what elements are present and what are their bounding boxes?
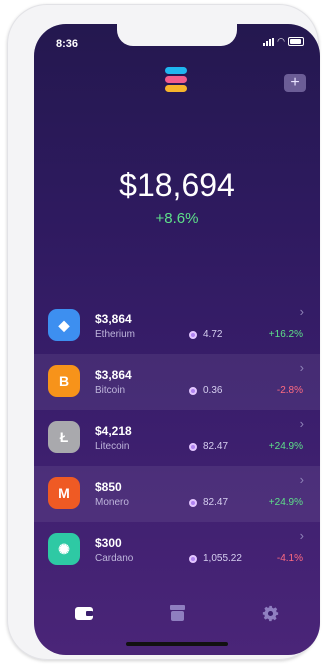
- holdings-dot-icon: [189, 554, 197, 563]
- app-logo: [165, 67, 187, 93]
- holdings-amount: 82.47: [203, 497, 229, 508]
- wallet-icon: [75, 606, 93, 620]
- holdings-dot-icon: [189, 498, 197, 507]
- coin-list: ◆ $3,864 Etherium 4.72 +16.2% › B $3,864…: [34, 298, 320, 578]
- wifi-icon: ◠: [277, 36, 285, 46]
- monero-icon: M: [48, 477, 80, 509]
- holdings-amount: 4.72: [203, 329, 223, 340]
- holdings-amount: 0.36: [203, 385, 223, 396]
- app-screen: 8:36 ◠ + $18,694 +8.6% ◆ $3,864 Etherium…: [34, 24, 320, 655]
- portfolio-change: +8.6%: [155, 210, 199, 227]
- coin-holdings: 82.47: [189, 441, 228, 452]
- holdings-amount: 82.47: [203, 441, 229, 452]
- holdings-dot-icon: [189, 330, 197, 339]
- coin-change: +24.9%: [268, 497, 303, 508]
- tab-wallet[interactable]: [64, 599, 104, 627]
- tab-settings[interactable]: [250, 599, 290, 627]
- coin-change: -2.8%: [276, 385, 303, 396]
- cardano-icon: ✺: [48, 533, 80, 565]
- coin-change: -4.1%: [276, 553, 303, 564]
- gear-icon: [262, 605, 278, 621]
- coin-row-litecoin[interactable]: Ł $4,218 Litecoin 82.47 +24.9% ›: [34, 410, 320, 466]
- coin-row-ethereum[interactable]: ◆ $3,864 Etherium 4.72 +16.2% ›: [34, 298, 320, 354]
- coin-holdings: 1,055.22: [189, 553, 242, 564]
- coin-change: +24.9%: [268, 441, 303, 452]
- plus-icon: +: [290, 74, 300, 91]
- chevron-right-icon: ›: [299, 360, 304, 375]
- coin-value: $3,864: [95, 368, 132, 382]
- status-icons: ◠: [263, 37, 304, 46]
- tab-store[interactable]: [157, 599, 197, 627]
- holdings-amount: 1,055.22: [203, 553, 242, 564]
- chevron-right-icon: ›: [299, 304, 304, 319]
- device-notch: [117, 24, 237, 46]
- add-button[interactable]: +: [284, 74, 306, 92]
- coin-holdings: 82.47: [189, 497, 228, 508]
- signal-icon: [263, 37, 275, 46]
- store-icon: [169, 605, 185, 621]
- coin-holdings: 4.72: [189, 329, 222, 340]
- coin-change: +16.2%: [268, 329, 303, 340]
- chevron-right-icon: ›: [299, 472, 304, 487]
- chevron-right-icon: ›: [299, 528, 304, 543]
- coin-name: Monero: [95, 497, 129, 508]
- tab-bar: [34, 599, 320, 627]
- coin-row-bitcoin[interactable]: B $3,864 Bitcoin 0.36 -2.8% ›: [34, 354, 320, 410]
- coin-value: $850: [95, 480, 122, 494]
- coin-name: Bitcoin: [95, 385, 126, 396]
- status-time: 8:36: [56, 38, 79, 50]
- ethereum-icon: ◆: [48, 309, 80, 341]
- portfolio-balance: $18,694: [119, 167, 235, 203]
- coin-value: $4,218: [95, 424, 132, 438]
- holdings-dot-icon: [189, 386, 197, 395]
- coin-value: $300: [95, 536, 122, 550]
- coin-name: Cardano: [95, 553, 134, 564]
- battery-icon: [288, 37, 304, 46]
- litecoin-icon: Ł: [48, 421, 80, 453]
- coin-name: Etherium: [95, 329, 136, 340]
- home-indicator: [126, 642, 228, 646]
- coin-holdings: 0.36: [189, 385, 222, 396]
- chevron-right-icon: ›: [299, 416, 304, 431]
- phone-frame: 8:36 ◠ + $18,694 +8.6% ◆ $3,864 Etherium…: [7, 4, 320, 660]
- coin-row-monero[interactable]: M $850 Monero 82.47 +24.9% ›: [34, 466, 320, 522]
- coin-name: Litecoin: [95, 441, 130, 452]
- coin-row-cardano[interactable]: ✺ $300 Cardano 1,055.22 -4.1% ›: [34, 522, 320, 578]
- holdings-dot-icon: [189, 442, 197, 451]
- coin-value: $3,864: [95, 312, 132, 326]
- bitcoin-icon: B: [48, 365, 80, 397]
